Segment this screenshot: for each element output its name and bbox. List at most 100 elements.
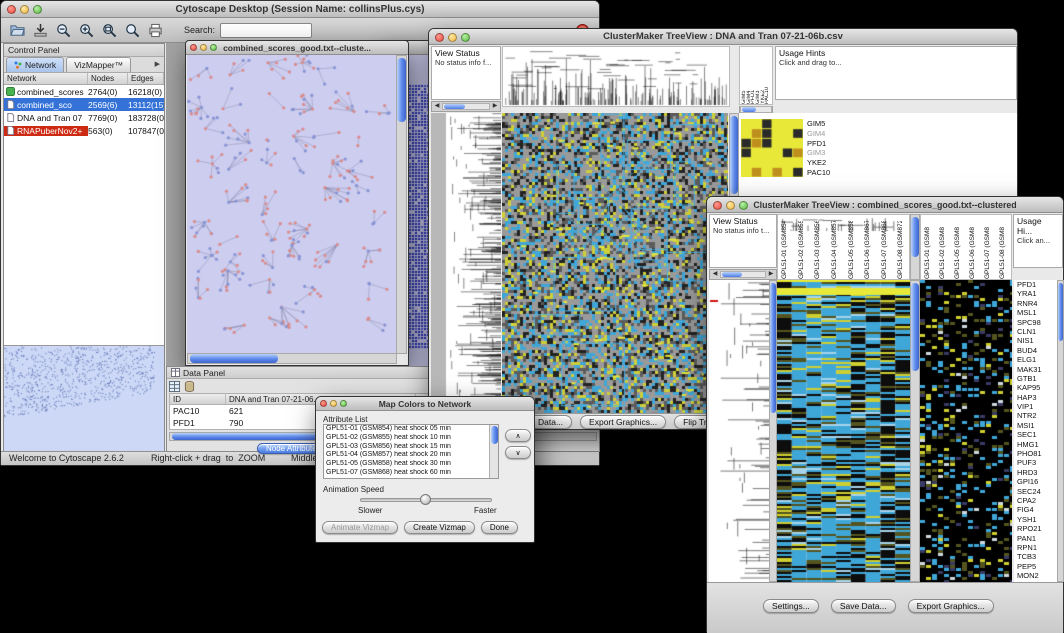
zoom-fit-icon[interactable] <box>100 21 119 39</box>
move-up-button[interactable]: ∧ <box>505 429 531 442</box>
search-input[interactable] <box>220 23 312 38</box>
combined-vscrollbar-top[interactable] <box>910 214 920 280</box>
attribute-list[interactable]: GPL51-01 (GSM854) heat shock 05 minGPL51… <box>323 424 499 479</box>
scroll-right-icon[interactable]: ▶ <box>490 102 500 111</box>
button-save-data[interactable]: Save Data... <box>831 599 896 613</box>
combined-mini-scrollbar[interactable]: ◀▶ <box>709 269 777 280</box>
dialog-titlebar[interactable]: Map Colors to Network <box>316 397 534 411</box>
maximize-button[interactable] <box>461 33 470 42</box>
dna-column-dendrogram[interactable] <box>502 46 730 107</box>
rotated-column-label: GPL51-06 (GSM8 <box>970 219 977 279</box>
scroll-left-icon[interactable]: ◀ <box>432 102 442 111</box>
attribute-item[interactable]: GPL51-04 (GSM857) heat shock 20 min <box>324 451 498 460</box>
close-button[interactable] <box>320 400 327 407</box>
network-row[interactable]: RNAPuberNov2+563(0)107847(0) <box>4 124 164 137</box>
gene-list-scrollbar[interactable] <box>1057 280 1064 582</box>
grid-icon[interactable] <box>169 381 180 392</box>
dna-correlation-matrix[interactable] <box>741 119 803 177</box>
button-settings[interactable]: Settings... <box>763 599 819 613</box>
combined-heatmap-main[interactable] <box>777 280 910 582</box>
move-down-button[interactable]: ∨ <box>505 446 531 459</box>
network-row[interactable]: combined_scores2764(0)16218(0) <box>4 85 164 98</box>
close-button[interactable] <box>190 44 197 51</box>
attribute-item[interactable]: GPL51-05 (GSM858) heat shock 30 min <box>324 460 498 469</box>
scroll-left-icon[interactable]: ◀ <box>710 270 720 279</box>
attribute-list-scrollbar[interactable] <box>489 425 498 478</box>
network-titlebar[interactable]: combined_scores_good.txt--cluste... <box>186 41 408 55</box>
zoom-region-icon[interactable] <box>123 21 142 39</box>
close-button[interactable] <box>713 201 722 210</box>
col-id[interactable]: ID <box>170 394 226 404</box>
table-icon <box>171 368 180 377</box>
dna-mini-scrollbar-2[interactable] <box>739 106 773 113</box>
open-folder-icon[interactable] <box>8 21 27 39</box>
status-welcome: Welcome to Cytoscape 2.6.2 <box>9 452 124 465</box>
zoom-out-icon[interactable] <box>54 21 73 39</box>
zoom-in-icon[interactable] <box>77 21 96 39</box>
button-done[interactable]: Done <box>481 521 518 534</box>
rotated-column-label: GPL51-07 (GSM8 <box>985 219 992 279</box>
col-edges[interactable]: Edges <box>128 73 164 84</box>
minimize-button[interactable] <box>20 5 29 14</box>
tab-overflow-button[interactable]: ▶ <box>151 57 164 72</box>
network-table-body: combined_scores2764(0)16218(0)combined_s… <box>4 85 164 138</box>
col-network[interactable]: Network <box>4 73 88 84</box>
close-button[interactable] <box>435 33 444 42</box>
network-row[interactable]: combined_sco2569(6)13112(15) <box>4 98 164 111</box>
combined-heatmap-secondary[interactable] <box>920 280 1012 582</box>
gene-label: PAN1 <box>1017 535 1057 544</box>
minimize-button[interactable] <box>330 400 337 407</box>
col-nodes[interactable]: Nodes <box>88 73 128 84</box>
attribute-item[interactable]: GPL51-07 (GSM868) heat shock 60 min <box>324 469 498 478</box>
dialog-window-controls <box>320 400 347 407</box>
network-hscrollbar[interactable] <box>187 353 397 364</box>
dna-row-dendrogram[interactable] <box>431 113 501 415</box>
dna-mini-scrollbar[interactable]: ◀▶ <box>431 101 501 112</box>
gene-label: NIS1 <box>1017 337 1057 346</box>
button-export-graphics[interactable]: Export Graphics... <box>580 415 666 429</box>
maximize-button[interactable] <box>340 400 347 407</box>
attribute-item[interactable]: GPL51-03 (GSM856) heat shock 15 min <box>324 443 498 452</box>
minimize-button[interactable] <box>726 201 735 210</box>
network-doc-icon <box>6 126 15 135</box>
slider-thumb[interactable] <box>420 494 431 505</box>
tab-network[interactable]: Network <box>6 57 64 72</box>
attribute-item[interactable]: GPL51-02 (GSM855) heat shock 10 min <box>324 434 498 443</box>
treeview-combined-titlebar[interactable]: ClusterMaker TreeView : combined_scores_… <box>707 197 1063 213</box>
minimize-button[interactable] <box>200 44 207 51</box>
dna-heatmap[interactable] <box>502 113 728 415</box>
button-export-graphics[interactable]: Export Graphics... <box>908 599 994 613</box>
network-edges: 183728(0) <box>128 113 164 123</box>
combined-vscrollbar[interactable] <box>910 280 920 582</box>
network-doc-icon <box>6 113 15 122</box>
gene-label: HMG1 <box>1017 441 1057 450</box>
close-button[interactable] <box>7 5 16 14</box>
minimize-button[interactable] <box>448 33 457 42</box>
combined-row-dendrogram[interactable] <box>709 280 769 582</box>
printer-icon[interactable] <box>146 21 165 39</box>
import-icon[interactable] <box>31 21 50 39</box>
view-status-box: View Status No status info t... <box>709 214 777 268</box>
network-view-canvas[interactable] <box>187 55 397 354</box>
maximize-button[interactable] <box>739 201 748 210</box>
main-titlebar[interactable]: Cytoscape Desktop (Session Name: collins… <box>1 1 599 18</box>
scroll-right-icon[interactable]: ▶ <box>766 270 776 279</box>
gene-label: PHO81 <box>1017 450 1057 459</box>
combined-dendro-scrollbar[interactable] <box>769 280 777 582</box>
button-data[interactable]: Data... <box>529 415 572 429</box>
network-vscrollbar[interactable] <box>396 55 407 354</box>
button-create-vizmap[interactable]: Create Vizmap <box>404 521 475 534</box>
network-row[interactable]: DNA and Tran 077769(0)183728(0) <box>4 111 164 124</box>
treeview-dna-titlebar[interactable]: ClusterMaker TreeView : DNA and Tran 07-… <box>429 29 1017 45</box>
tab-vizmapper[interactable]: VizMapper™ <box>66 57 131 72</box>
gene-label: YRA1 <box>1017 290 1057 299</box>
control-panel-title: Control Panel <box>4 44 164 57</box>
gene-label: SPC98 <box>1017 319 1057 328</box>
database-icon[interactable] <box>184 381 195 392</box>
maximize-button[interactable] <box>210 44 217 51</box>
maximize-button[interactable] <box>33 5 42 14</box>
network-edges: 107847(0) <box>128 126 164 136</box>
network-overview-thumbnail[interactable] <box>4 345 164 452</box>
treeview-combined-window: ClusterMaker TreeView : combined_scores_… <box>706 196 1064 633</box>
attribute-item[interactable]: GPL51-01 (GSM854) heat shock 05 min <box>324 425 498 434</box>
